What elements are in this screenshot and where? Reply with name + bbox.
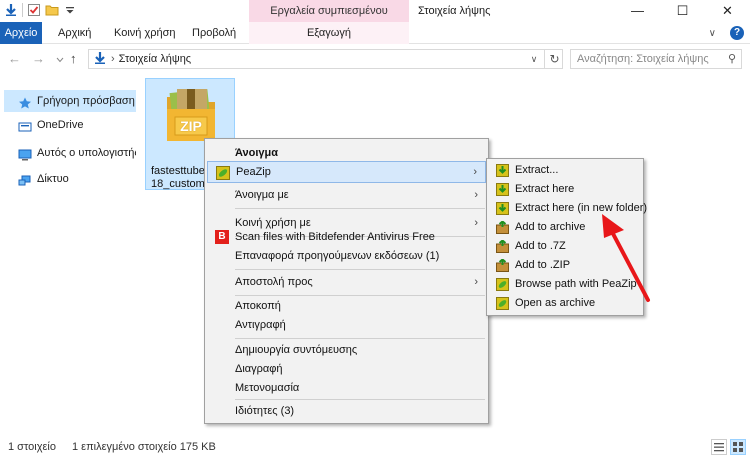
menu-item-peazip[interactable]: PeaZip › xyxy=(207,161,486,183)
submenu-item-label: Open as archive xyxy=(515,297,596,309)
cloud-icon xyxy=(18,119,32,132)
annotation-arrow-icon xyxy=(602,214,650,302)
peazip-icon xyxy=(496,297,509,310)
menu-separator xyxy=(235,269,485,270)
nav-item-label: Γρήγορη πρόσβαση xyxy=(37,95,135,107)
submenu-arrow-icon: › xyxy=(474,276,478,288)
menu-item-label: Αποστολή προς xyxy=(235,276,313,288)
ribbon-tabs: Αρχείο Αρχική Κοινή χρήση Προβολή Εξαγωγ… xyxy=(0,22,750,44)
computer-icon xyxy=(18,147,32,161)
address-bar[interactable]: › Στοιχεία λήψης xyxy=(88,49,563,69)
menu-item-label: Άνοιγμα με xyxy=(235,189,289,201)
nav-item-network[interactable]: Δίκτυο xyxy=(4,168,136,190)
submenu-item-extract[interactable]: Extract... xyxy=(489,161,641,180)
submenu-item-label: Add to archive xyxy=(515,221,586,233)
zip-icon-label: ZIP xyxy=(180,118,202,134)
submenu-item-label: Add to .ZIP xyxy=(515,259,571,271)
address-row: ← → ↑ › Στοιχεία λήψης ∨ ↻ Αναζήτηση: Στ… xyxy=(0,46,750,72)
menu-separator xyxy=(235,208,485,209)
forward-button[interactable]: → xyxy=(32,50,45,68)
add-archive-icon xyxy=(496,258,509,272)
properties-checkmark-icon[interactable] xyxy=(27,3,41,17)
menu-item-label: PeaZip xyxy=(236,166,271,178)
menu-item-open-with[interactable]: Άνοιγμα με › xyxy=(207,184,486,206)
search-icon: ⚲ xyxy=(727,53,736,65)
nav-item-label: Αυτός ο υπολογιστής xyxy=(37,147,136,159)
details-view-icon[interactable] xyxy=(711,439,727,455)
contextual-tab-group-title: Εργαλεία συμπιεσμένου φακέλου xyxy=(249,0,409,39)
down-arrow-icon[interactable] xyxy=(4,3,18,17)
menu-item-send-to[interactable]: Αποστολή προς › xyxy=(207,271,486,293)
navigation-pane: Γρήγορη πρόσβαση OneDrive Αυτός ο υπολογ… xyxy=(0,78,140,418)
add-archive-icon xyxy=(496,239,509,253)
close-button[interactable]: ✕ xyxy=(705,0,750,22)
address-dropdown-icon[interactable]: ∨ xyxy=(526,49,542,69)
refresh-button[interactable]: ↻ xyxy=(544,49,564,69)
network-icon xyxy=(18,173,32,186)
breadcrumb-downloads[interactable]: Στοιχεία λήψης xyxy=(119,53,191,65)
nav-item-this-pc[interactable]: Αυτός ο υπολογιστής xyxy=(4,142,136,164)
search-placeholder: Αναζήτηση: Στοιχεία λήψης xyxy=(577,53,709,65)
tab-share[interactable]: Κοινή χρήση xyxy=(106,22,184,44)
title-bar: Εργαλεία συμπιεσμένου φακέλου Στοιχεία λ… xyxy=(0,0,750,39)
submenu-item-extract-here[interactable]: Extract here xyxy=(489,180,641,199)
up-button[interactable]: ↑ xyxy=(70,50,77,68)
window-controls: — ☐ ✕ xyxy=(615,0,750,22)
submenu-item-label: Add to .7Z xyxy=(515,240,566,252)
qat-customize-icon[interactable] xyxy=(63,3,77,17)
tab-home[interactable]: Αρχική xyxy=(50,22,99,44)
extract-icon xyxy=(496,183,509,196)
tab-extract[interactable]: Εξαγωγή xyxy=(249,22,409,44)
help-icon[interactable]: ? xyxy=(730,26,744,40)
minimize-button[interactable]: — xyxy=(615,0,660,22)
back-button[interactable]: ← xyxy=(8,50,21,68)
extract-icon xyxy=(496,164,509,177)
recent-locations-icon[interactable] xyxy=(56,50,64,68)
zip-file-icon: ZIP xyxy=(163,87,219,145)
status-selection: 1 επιλεγμένο στοιχείο 175 KB xyxy=(72,441,216,453)
context-menu: Άνοιγμα PeaZip › Άνοιγμα με › Κοινή χρήσ… xyxy=(204,138,489,424)
menu-item-copy[interactable]: Αντιγραφή xyxy=(207,314,486,336)
maximize-button[interactable]: ☐ xyxy=(660,0,705,22)
menu-item-restore-previous-versions[interactable]: Επαναφορά προηγούμενων εκδόσεων (1) xyxy=(207,245,486,267)
nav-item-label: OneDrive xyxy=(37,119,84,131)
new-folder-icon[interactable] xyxy=(45,3,59,17)
window-title: Στοιχεία λήψης xyxy=(418,5,491,17)
large-icons-view-icon[interactable] xyxy=(730,439,746,455)
peazip-icon xyxy=(216,166,230,180)
submenu-item-label: Extract... xyxy=(515,164,559,176)
status-item-count: 1 στοιχείο xyxy=(8,441,56,453)
nav-item-label: Δίκτυο xyxy=(37,173,69,185)
submenu-arrow-icon: › xyxy=(474,189,478,201)
menu-item-properties[interactable]: Ιδιότητες (3) xyxy=(207,400,486,422)
breadcrumb-separator-icon: › xyxy=(111,53,115,65)
tab-file[interactable]: Αρχείο xyxy=(0,22,42,44)
status-bar: 1 στοιχείο 1 επιλεγμένο στοιχείο 175 KB xyxy=(0,438,750,456)
menu-item-label: Scan files with Bitdefender Antivirus Fr… xyxy=(235,231,435,243)
nav-item-quick-access[interactable]: Γρήγορη πρόσβαση xyxy=(4,90,136,112)
search-input[interactable]: Αναζήτηση: Στοιχεία λήψης ⚲ xyxy=(570,49,742,69)
tab-view[interactable]: Προβολή xyxy=(184,22,244,44)
bitdefender-icon: B xyxy=(215,230,229,244)
qat-separator xyxy=(22,3,23,17)
extract-icon xyxy=(496,202,509,215)
quick-access-toolbar xyxy=(4,3,77,17)
ribbon-expand-icon[interactable]: ∨ xyxy=(709,28,716,39)
menu-item-rename[interactable]: Μετονομασία xyxy=(207,377,486,399)
peazip-icon xyxy=(496,278,509,291)
downloads-folder-icon xyxy=(93,51,107,68)
submenu-arrow-icon: › xyxy=(473,166,477,178)
submenu-item-label: Extract here xyxy=(515,183,575,195)
star-icon xyxy=(18,95,32,109)
add-archive-icon xyxy=(496,220,509,234)
nav-item-onedrive[interactable]: OneDrive xyxy=(4,114,136,136)
